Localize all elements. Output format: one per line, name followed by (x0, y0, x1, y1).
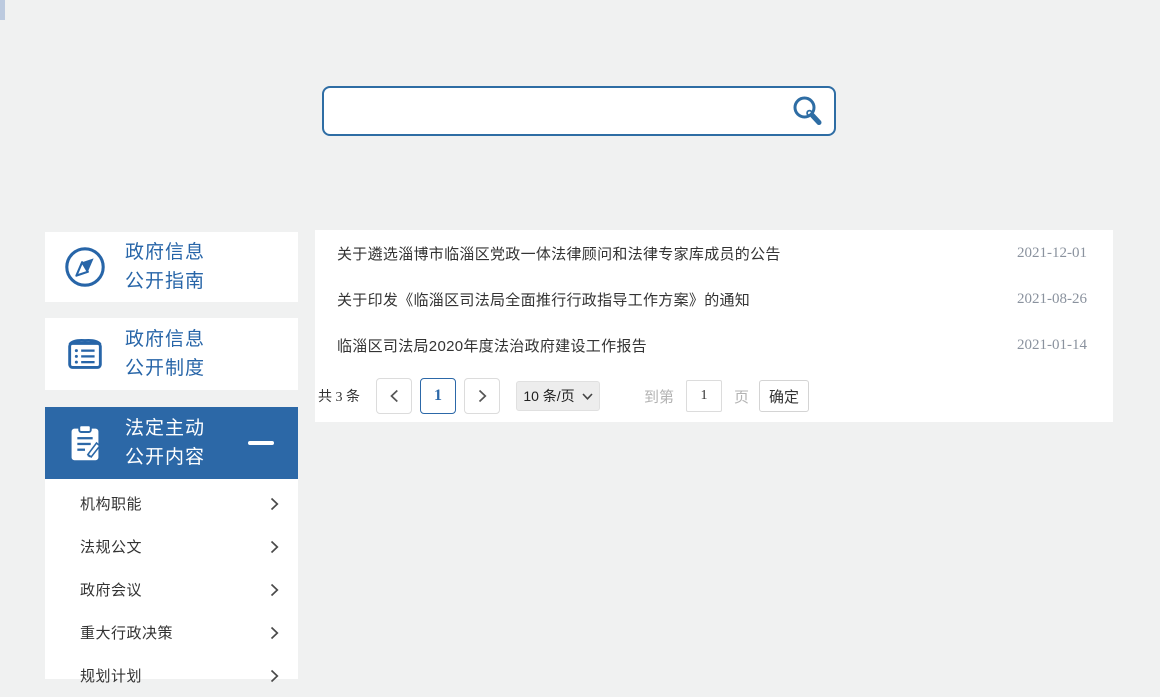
submenu-label: 机构职能 (80, 496, 143, 513)
article-date: 2021-12-01 (1017, 244, 1087, 261)
current-page-button[interactable]: 1 (420, 378, 456, 414)
sidebar-item-label: 政府信息 公开指南 (125, 242, 206, 292)
compass-icon (62, 244, 108, 290)
article-date: 2021-01-14 (1017, 336, 1087, 353)
goto-page-input[interactable] (686, 380, 723, 412)
article-date: 2021-08-26 (1017, 290, 1087, 307)
sidebar-item-statutory-disclosure[interactable]: 法定主动 公开内容 (45, 407, 298, 479)
clipboard-pencil-icon (62, 420, 108, 466)
page-size-select[interactable]: 10 条/页 (516, 381, 600, 411)
scrollbar-remnant (0, 0, 5, 20)
submenu-item-regulations[interactable]: 法规公文 (45, 525, 298, 568)
article-link[interactable]: 临淄区司法局2020年度法治政府建设工作报告 (337, 335, 647, 356)
search-bar (322, 86, 836, 136)
article-row[interactable]: 临淄区司法局2020年度法治政府建设工作报告 2021-01-14 (315, 322, 1113, 368)
chevron-right-icon (270, 497, 279, 510)
article-row[interactable]: 关于遴选淄博市临淄区党政一体法律顾问和法律专家库成员的公告 2021-12-01 (315, 230, 1113, 276)
submenu-label: 重大行政决策 (80, 625, 174, 642)
pagination: 共 3 条 1 10 条/页 到第 页 确定 (315, 378, 1113, 414)
submenu-label: 政府会议 (80, 582, 143, 599)
article-link[interactable]: 关于印发《临淄区司法局全面推行行政指导工作方案》的通知 (337, 289, 750, 310)
sidebar-submenu: 机构职能 法规公文 政府会议 重大行政决策 规划计划 (45, 479, 298, 685)
pagination-total: 共 3 条 (318, 390, 360, 405)
confirm-button[interactable]: 确定 (759, 380, 810, 412)
document-list-icon (62, 331, 108, 377)
goto-prefix-label: 到第 (644, 388, 675, 406)
search-input[interactable] (324, 88, 790, 134)
sidebar-item-guide[interactable]: 政府信息 公开指南 (45, 232, 298, 302)
sidebar-item-label: 政府信息 公开制度 (125, 329, 206, 379)
sidebar: 政府信息 公开指南 政府信息 公开制度 法定主动 公开内容 机构职能 法规公文 … (45, 232, 298, 685)
sidebar-item-system[interactable]: 政府信息 公开制度 (45, 318, 298, 390)
minus-icon (248, 441, 274, 445)
article-row[interactable]: 关于印发《临淄区司法局全面推行行政指导工作方案》的通知 2021-08-26 (315, 276, 1113, 322)
submenu-item-org-functions[interactable]: 机构职能 (45, 482, 298, 525)
submenu-item-gov-meetings[interactable]: 政府会议 (45, 568, 298, 611)
prev-page-button[interactable] (376, 378, 412, 414)
chevron-right-icon (270, 540, 279, 553)
chevron-down-icon (582, 392, 593, 400)
next-page-button[interactable] (464, 378, 500, 414)
submenu-label: 规划计划 (80, 668, 143, 685)
submenu-item-planning[interactable]: 规划计划 (45, 654, 298, 697)
chevron-right-icon (270, 583, 279, 596)
chevron-left-icon (389, 389, 398, 403)
sidebar-item-label: 法定主动 公开内容 (125, 418, 206, 468)
article-link[interactable]: 关于遴选淄博市临淄区党政一体法律顾问和法律专家库成员的公告 (337, 243, 781, 264)
content-panel: 关于遴选淄博市临淄区党政一体法律顾问和法律专家库成员的公告 2021-12-01… (315, 230, 1113, 422)
chevron-right-icon (270, 669, 279, 682)
goto-suffix-label: 页 (734, 388, 750, 406)
submenu-label: 法规公文 (80, 539, 143, 556)
chevron-right-icon (478, 389, 487, 403)
search-button[interactable] (790, 94, 834, 128)
submenu-item-major-decisions[interactable]: 重大行政决策 (45, 611, 298, 654)
search-icon (793, 96, 822, 125)
chevron-right-icon (270, 626, 279, 639)
page-size-value: 10 条/页 (523, 388, 575, 404)
